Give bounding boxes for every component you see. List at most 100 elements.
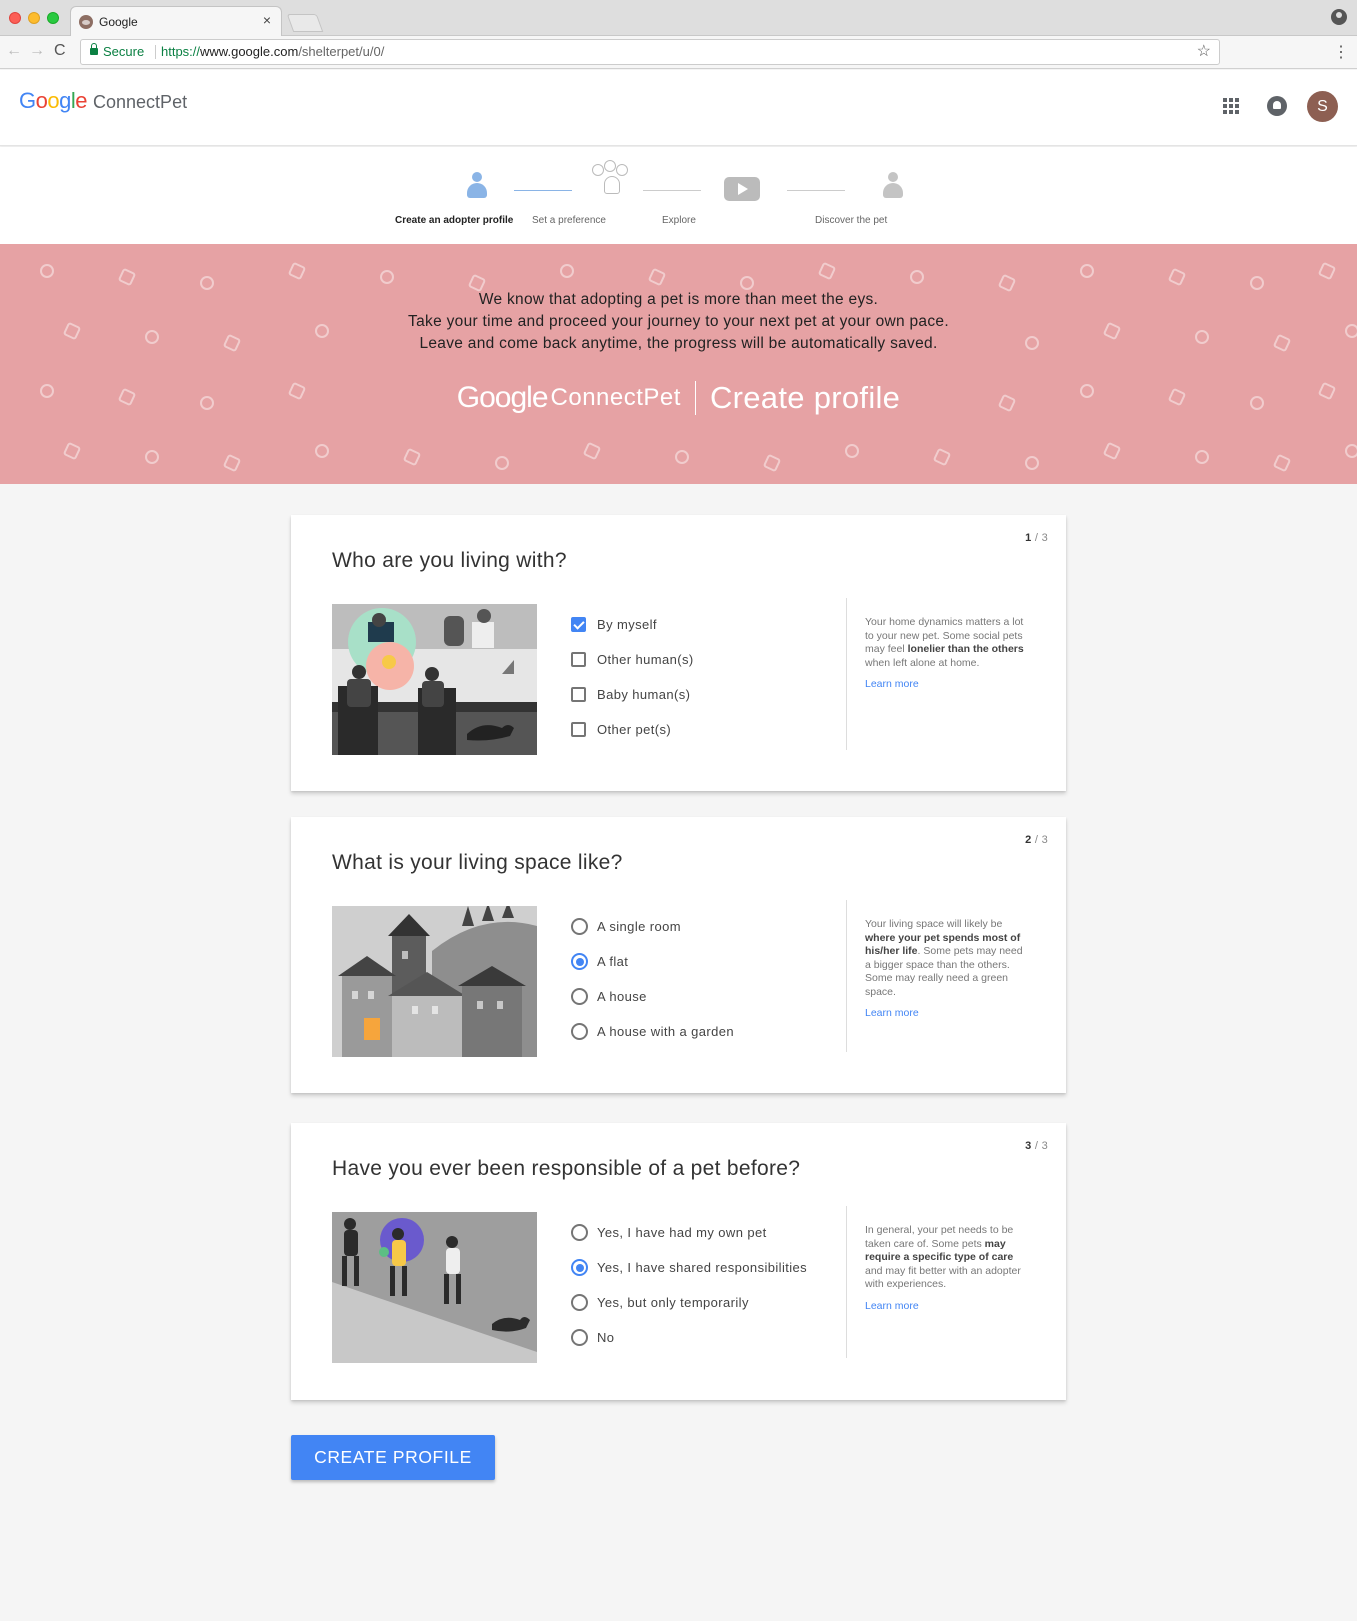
pet-pattern-icon <box>1272 453 1292 473</box>
info-text: Your living space will likely be <box>865 918 1003 930</box>
checkbox[interactable] <box>571 652 586 667</box>
divider <box>846 1206 847 1358</box>
radio-button[interactable] <box>571 918 588 935</box>
question-title: Who are you living with? <box>332 549 567 572</box>
reload-icon[interactable]: C <box>54 42 66 60</box>
browser-tab-bar: Google × <box>0 0 1357 36</box>
pet-pattern-icon <box>380 270 394 284</box>
radio-button[interactable] <box>571 988 588 1005</box>
radio-button[interactable] <box>571 953 588 970</box>
option-label: No <box>597 1330 615 1345</box>
tab-close-icon[interactable]: × <box>263 12 271 28</box>
checkbox[interactable] <box>571 617 586 632</box>
banner-product-name: ConnectPet <box>550 384 681 411</box>
avatar[interactable]: S <box>1307 91 1338 122</box>
step-discover-pet[interactable]: Discover the pet <box>815 215 975 226</box>
radio-button[interactable] <box>571 1329 588 1346</box>
step-counter: 2 / 3 <box>1025 834 1048 846</box>
logo-letter: e <box>75 88 88 113</box>
option-label: A single room <box>597 919 681 934</box>
address-separator <box>155 45 156 59</box>
checkbox[interactable] <box>571 722 586 737</box>
pet-pattern-icon <box>675 450 689 464</box>
url-host: www.google.com <box>200 44 299 59</box>
pet-pattern-icon <box>762 453 782 473</box>
secure-label: Secure <box>103 44 145 59</box>
pet-pattern-icon <box>402 447 422 467</box>
app-header: Google ConnectPet <box>0 70 1357 146</box>
create-profile-button[interactable]: CREATE PROFILE <box>291 1435 495 1480</box>
person-icon <box>883 172 903 198</box>
pet-pattern-icon <box>1195 450 1209 464</box>
radio-button[interactable] <box>571 1023 588 1040</box>
address-bar[interactable]: Secure https://www.google.com/shelterpet… <box>80 39 1220 65</box>
question-card-3: 3 / 3 Have you ever been responsible of … <box>291 1123 1066 1400</box>
step-counter: 3 / 3 <box>1025 1140 1048 1152</box>
radio-button[interactable] <box>571 1259 588 1276</box>
bookmark-star-icon[interactable]: ☆ <box>1197 40 1211 64</box>
banner-line: Leave and come back anytime, the progres… <box>419 335 938 352</box>
connectpet-logo[interactable]: Google ConnectPet <box>19 88 187 114</box>
info-text: when left alone at home. <box>865 656 980 669</box>
pet-pattern-icon <box>740 276 754 290</box>
pet-pattern-icon <box>1167 267 1187 287</box>
logo-letter: o <box>35 88 48 113</box>
counter-current: 2 <box>1025 834 1032 846</box>
counter-total: / 3 <box>1034 1140 1048 1152</box>
pet-pattern-icon <box>817 261 837 281</box>
url-scheme: https:// <box>161 44 201 59</box>
checkbox[interactable] <box>571 687 586 702</box>
pet-pattern-icon <box>1317 261 1337 281</box>
pet-pattern-icon <box>200 276 214 290</box>
info-panel: In general, your pet needs to be taken c… <box>865 1224 1027 1313</box>
info-text: and may fit better with an adopter with … <box>865 1264 1021 1291</box>
learn-more-link[interactable]: Learn more <box>865 678 1027 692</box>
balloons-icon <box>592 160 632 198</box>
learn-more-link[interactable]: Learn more <box>865 1007 1027 1021</box>
window-minimize-button[interactable] <box>28 12 40 24</box>
step-explore[interactable]: Explore <box>662 215 822 226</box>
banner-line: Take your time and proceed your journey … <box>408 313 949 330</box>
notifications-icon[interactable] <box>1267 96 1287 116</box>
new-tab-button[interactable] <box>286 14 324 32</box>
option-label: A house <box>597 989 647 1004</box>
learn-more-link[interactable]: Learn more <box>865 1300 1027 1314</box>
pet-pattern-icon <box>1250 276 1264 290</box>
step-connector <box>787 190 845 191</box>
step-connector <box>643 190 701 191</box>
pet-pattern-icon <box>495 456 509 470</box>
radio-button[interactable] <box>571 1224 588 1241</box>
option-label: Other pet(s) <box>597 722 672 737</box>
browser-profile-icon[interactable] <box>1331 9 1347 25</box>
divider <box>846 900 847 1052</box>
browser-menu-icon[interactable]: ⋮ <box>1333 42 1349 62</box>
apps-grid-icon[interactable] <box>1223 98 1239 114</box>
banner-title: Google ConnectPet Create profile <box>0 380 1357 416</box>
person-icon <box>467 172 487 198</box>
radio-button[interactable] <box>571 1294 588 1311</box>
page-title: Create profile <box>709 380 901 415</box>
pet-pattern-icon <box>287 261 307 281</box>
option-label: By myself <box>597 617 657 632</box>
pet-pattern-icon <box>62 441 82 461</box>
counter-current: 3 <box>1025 1140 1032 1152</box>
pet-pattern-icon <box>910 270 924 284</box>
play-icon <box>724 177 760 201</box>
question-card-1: 1 / 3 Who are you living with? By myself <box>291 515 1066 791</box>
question-title: Have you ever been responsible of a pet … <box>332 1157 801 1180</box>
banner-message: We know that adopting a pet is more than… <box>0 289 1357 355</box>
divider <box>846 598 847 750</box>
pet-pattern-icon <box>1102 441 1122 461</box>
pet-pattern-icon <box>932 447 952 467</box>
banner-line: We know that adopting a pet is more than… <box>478 291 879 308</box>
window-zoom-button[interactable] <box>47 12 59 24</box>
step-counter: 1 / 3 <box>1025 532 1048 544</box>
browser-tab[interactable]: Google × <box>70 6 282 36</box>
forward-arrow-icon[interactable]: → <box>29 42 45 60</box>
step-create-profile[interactable]: Create an adopter profile <box>395 215 555 226</box>
living-with-illustration <box>332 604 537 755</box>
window-close-button[interactable] <box>9 12 21 24</box>
lock-icon <box>90 43 98 55</box>
progress-stepper: Create an adopter profile Set a preferen… <box>0 147 1357 244</box>
back-arrow-icon[interactable]: ← <box>6 42 22 60</box>
